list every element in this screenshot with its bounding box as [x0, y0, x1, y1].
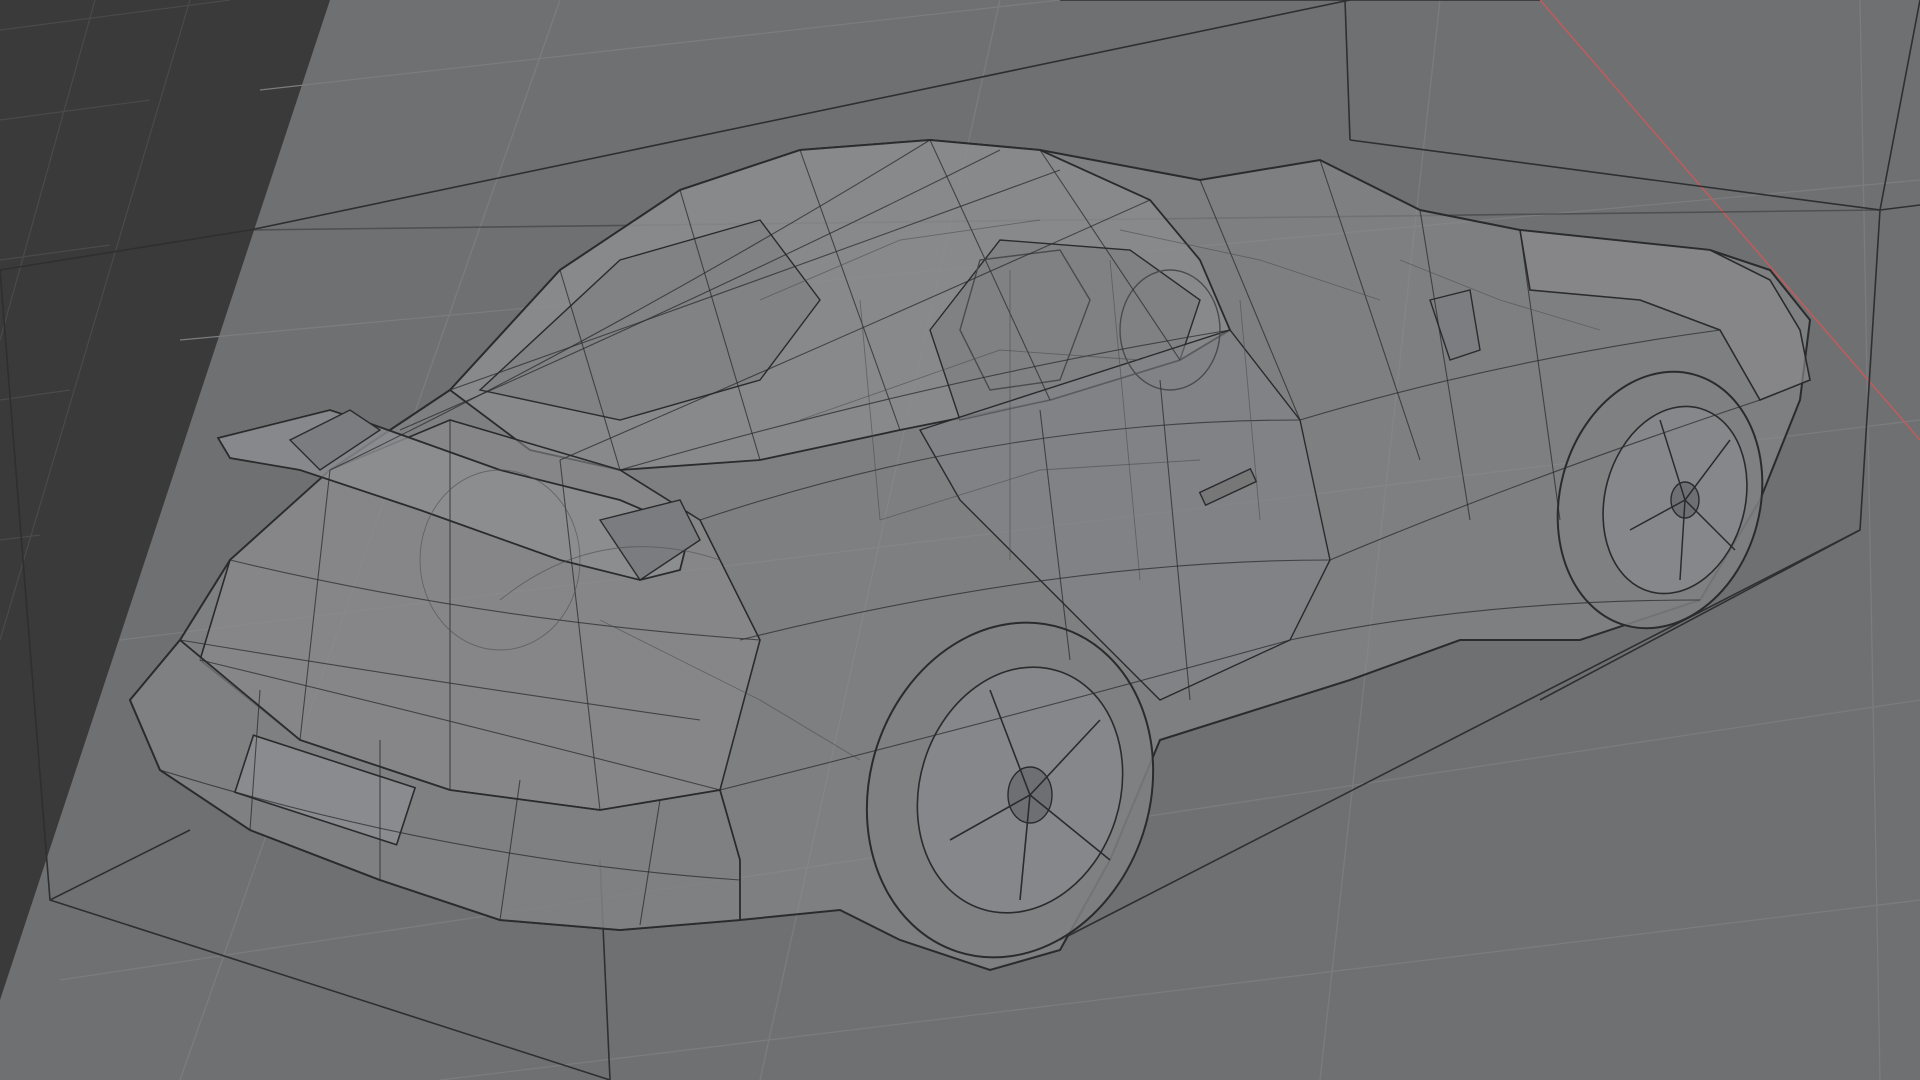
- car-model[interactable]: [128, 138, 1812, 995]
- 3d-viewport[interactable]: [0, 0, 1920, 1080]
- outside-floor-area: [0, 0, 330, 1000]
- viewport-canvas[interactable]: [0, 0, 1920, 1080]
